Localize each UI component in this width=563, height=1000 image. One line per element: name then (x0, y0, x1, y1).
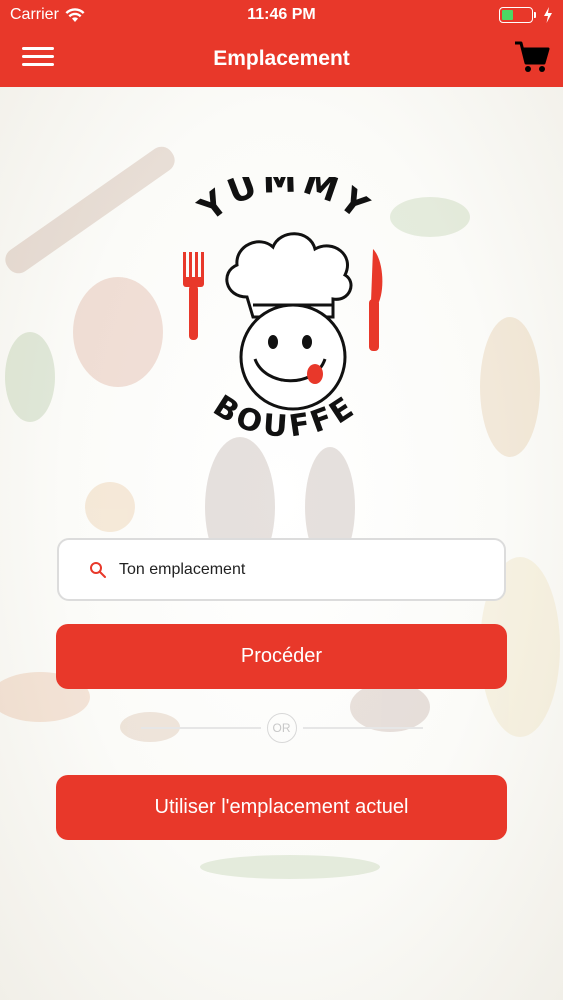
or-divider: OR (0, 713, 563, 743)
shopping-cart-icon (515, 41, 550, 72)
cart-button[interactable] (513, 38, 551, 76)
knife-icon (369, 249, 383, 351)
carrier-label: Carrier (10, 6, 59, 23)
location-input[interactable] (119, 560, 479, 579)
use-current-location-button[interactable]: Utiliser l'emplacement actuel (56, 775, 507, 840)
hamburger-menu-icon (22, 47, 54, 66)
battery-icon (499, 7, 536, 23)
wifi-icon (65, 8, 85, 22)
app-logo: YUMMY BOUFFE (165, 161, 405, 445)
proceed-button[interactable]: Procéder (56, 624, 507, 689)
logo-top-text: YUMMY (191, 161, 375, 230)
page-title: Emplacement (213, 46, 350, 70)
or-label: OR (266, 713, 297, 743)
battery-level (502, 10, 514, 20)
charging-bolt-icon (544, 7, 552, 23)
menu-button[interactable] (22, 44, 54, 70)
divider-line-right (302, 727, 423, 729)
status-right (499, 7, 553, 23)
svg-text:YUMMY: YUMMY (191, 177, 379, 230)
main-content: YUMMY BOUFFE Ton emplacement Procéder OR… (0, 87, 563, 1000)
search-icon (90, 561, 106, 578)
status-bar: Carrier 11:46 PM (0, 0, 563, 30)
status-left: Carrier (10, 6, 85, 24)
fork-icon (183, 252, 204, 340)
smiley-face-icon (239, 303, 347, 411)
divider-line-left (140, 727, 261, 729)
location-search-field[interactable] (57, 538, 506, 601)
nav-bar: Emplacement (0, 30, 563, 87)
